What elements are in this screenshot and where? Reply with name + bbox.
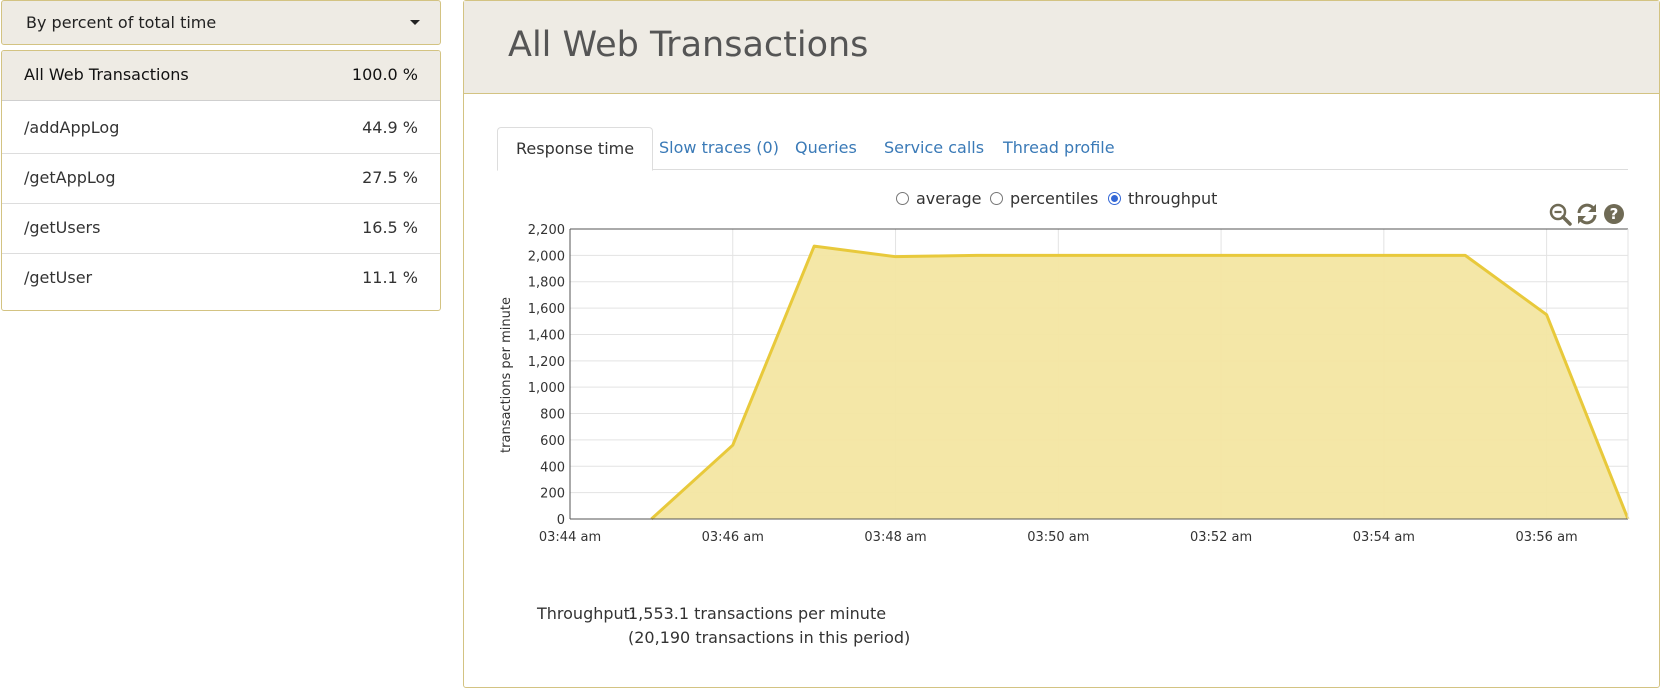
y-tick-label: 2,000 [528, 249, 565, 264]
transaction-row[interactable]: /addAppLog 44.9 % [2, 104, 440, 154]
transaction-name: /addAppLog [24, 118, 120, 137]
transaction-row-all[interactable]: All Web Transactions 100.0 % [2, 51, 440, 101]
y-axis-ticks: 0 200 400 600 800 1,000 1,200 1,400 1,600 1,800 2,… [528, 223, 565, 528]
x-tick-label: 03:46 am [702, 530, 764, 545]
y-tick-label: 1,000 [528, 381, 565, 396]
x-tick-label: 03:54 am [1353, 530, 1415, 545]
transaction-row[interactable]: /getUser 11.1 % [2, 254, 440, 304]
transaction-percent: 11.1 % [362, 268, 418, 287]
transaction-row[interactable]: /getAppLog 27.5 % [2, 154, 440, 204]
transaction-percent: 27.5 % [362, 168, 418, 187]
caret-down-icon [410, 20, 420, 25]
transaction-percent: 16.5 % [362, 218, 418, 237]
transaction-name: /getUsers [24, 218, 101, 237]
x-tick-label: 03:52 am [1190, 530, 1252, 545]
transaction-row[interactable]: /getUsers 16.5 % [2, 204, 440, 254]
chart-series [650, 244, 1630, 521]
throughput-summary-label: Throughput: [537, 604, 636, 623]
y-tick-label: 1,200 [528, 355, 565, 370]
y-tick-label: 2,200 [528, 223, 565, 238]
sort-dropdown[interactable]: By percent of total time [1, 0, 441, 45]
y-tick-label: 1,800 [528, 276, 565, 291]
y-axis-label: transactions per minute [499, 297, 514, 453]
x-axis-ticks: 03:44 am 03:46 am 03:48 am 03:50 am 03:52 am… [539, 530, 1578, 545]
sort-dropdown-label: By percent of total time [26, 13, 217, 32]
transaction-name: All Web Transactions [24, 65, 189, 84]
x-tick-label: 03:44 am [539, 530, 601, 545]
main-panel: All Web Transactions Response time Slow … [463, 0, 1660, 688]
y-tick-label: 600 [540, 434, 565, 449]
transaction-percent: 44.9 % [362, 118, 418, 137]
y-tick-label: 1,400 [528, 328, 565, 343]
y-tick-label: 1,600 [528, 302, 565, 317]
x-tick-label: 03:56 am [1515, 530, 1577, 545]
y-tick-label: 400 [540, 460, 565, 475]
transaction-name: /getUser [24, 268, 93, 287]
y-tick-label: 0 [557, 513, 565, 528]
transaction-name: /getAppLog [24, 168, 116, 187]
x-tick-label: 03:50 am [1027, 530, 1089, 545]
transaction-percent: 100.0 % [351, 65, 418, 84]
y-tick-label: 800 [540, 408, 565, 423]
y-tick-label: 200 [540, 487, 565, 502]
throughput-summary-count: (20,190 transactions in this period) [628, 628, 911, 647]
x-tick-label: 03:48 am [864, 530, 926, 545]
transaction-list: All Web Transactions 100.0 % /addAppLog … [1, 50, 441, 311]
throughput-summary-value: 1,553.1 transactions per minute [628, 604, 887, 623]
throughput-chart: 0 200 400 600 800 1,000 1,200 1,400 1,600 1,800 2,… [499, 223, 1630, 545]
